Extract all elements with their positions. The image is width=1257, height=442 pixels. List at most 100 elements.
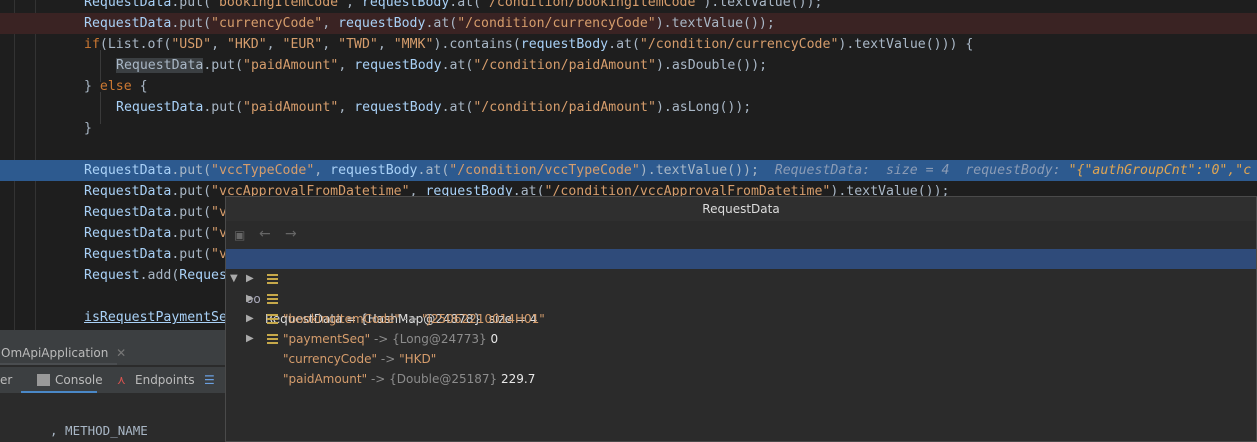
tree-root[interactable]: ▼ oo RequestData = {HashMap@24878} size … xyxy=(226,249,1256,326)
code-token: .at( xyxy=(449,0,482,10)
tree-entry[interactable]: ▶ "paidAmount" -> {Double@25187} 229.7 xyxy=(226,329,1256,386)
code-token: requestBody xyxy=(520,37,609,52)
forward-arrow-icon[interactable]: → xyxy=(285,226,297,242)
code-token: , xyxy=(377,37,394,52)
close-icon[interactable]: ✕ xyxy=(116,346,126,360)
run-tab[interactable]: OmApiApplication ✕ xyxy=(0,341,225,365)
popup-title: RequestData xyxy=(226,197,1256,221)
run-tab-label: OmApiApplication xyxy=(1,346,109,360)
code-line[interactable]: } else { xyxy=(0,76,1257,97)
code-token: requestBody xyxy=(361,0,450,10)
code-token: "currencyCode" xyxy=(211,16,323,31)
evaluate-popup: RequestData ▣ ← → ▼ oo RequestData = {Ha… xyxy=(225,196,1257,442)
run-panel: OmApiApplication ✕ er Console ⋏ Endpoint… xyxy=(0,330,225,442)
code-token: { xyxy=(131,79,148,94)
code-token: else xyxy=(99,79,132,94)
inline-debug-value: RequestData: size = 4 requestBody: xyxy=(758,163,1069,178)
code-text: RequestData.put("v xyxy=(84,202,227,223)
code-token: } xyxy=(84,121,92,136)
code-token: "USD" xyxy=(171,37,212,52)
code-token: RequestData xyxy=(116,58,204,73)
popup-toolbar: ▣ ← → xyxy=(226,221,1256,249)
code-token: , xyxy=(346,0,362,10)
field-icon xyxy=(267,294,278,304)
code-token: RequestData xyxy=(84,16,172,31)
tree-entry[interactable]: ▶ "bookingItemCode" -> "J25062210014H01" xyxy=(226,269,1256,326)
code-text: isRequestPaymentSe xyxy=(84,307,227,328)
expand-triangle-icon[interactable]: ▶ xyxy=(246,309,254,329)
panel-header xyxy=(0,330,225,341)
code-token: RequestData xyxy=(84,0,172,10)
code-token: .add( xyxy=(139,268,180,283)
code-token: RequestData xyxy=(84,226,172,241)
code-token: requestBody xyxy=(338,16,426,31)
menu-icon[interactable]: ☰ xyxy=(204,367,215,393)
code-text: RequestData.put("paidAmount", requestBod… xyxy=(116,55,767,76)
code-line[interactable]: RequestData.put("bookingItemCode", reque… xyxy=(0,0,1257,13)
code-token: .put( xyxy=(171,163,212,178)
code-token: "TWD" xyxy=(338,37,378,52)
code-token: RequestData xyxy=(84,163,172,178)
tree-entry[interactable]: ▶ "currencyCode" -> "HKD" xyxy=(226,309,1256,366)
code-line[interactable]: RequestData.put("paidAmount", requestBod… xyxy=(0,55,1257,76)
code-token: "/condition/currencyCode" xyxy=(639,37,839,52)
tab-console[interactable]: Console xyxy=(55,367,103,393)
code-token: ).contains( xyxy=(433,37,521,52)
code-token: .put( xyxy=(171,226,212,241)
code-token: , xyxy=(322,37,339,52)
entry-arrow: -> xyxy=(380,352,396,366)
code-token: .put( xyxy=(171,184,212,199)
expand-triangle-icon[interactable]: ▶ xyxy=(246,269,254,289)
code-token: RequestData xyxy=(84,247,172,262)
code-token: .at( xyxy=(417,163,450,178)
code-token: "paidAmount" xyxy=(243,100,339,115)
code-line[interactable]: } xyxy=(0,118,1257,139)
code-line[interactable] xyxy=(0,139,1257,160)
code-token: "EUR" xyxy=(282,37,323,52)
code-text: RequestData.put("currencyCode", requestB… xyxy=(84,13,775,34)
code-text: RequestData.put("vccTypeCode", requestBo… xyxy=(84,160,1251,181)
back-arrow-icon[interactable]: ← xyxy=(259,226,271,242)
code-token: ).textValue()); xyxy=(655,16,775,31)
endpoints-icon: ⋏ xyxy=(117,373,126,387)
code-line[interactable]: RequestData.put("paidAmount", requestBod… xyxy=(0,97,1257,118)
code-token: "/condition/vccTypeCode" xyxy=(449,163,640,178)
entry-value: "HKD" xyxy=(399,352,437,366)
code-token: .at( xyxy=(608,37,640,52)
code-token: Request xyxy=(84,268,140,283)
code-token: requestBody xyxy=(354,58,442,73)
tab-endpoints[interactable]: Endpoints xyxy=(135,367,195,393)
code-token: .put( xyxy=(203,100,244,115)
code-token: "/condition/paidAmount" xyxy=(473,58,656,73)
code-token: requestBody xyxy=(330,163,418,178)
hierarchy-icon[interactable]: ▣ xyxy=(234,228,245,242)
code-token: ).textValue()); xyxy=(703,0,823,10)
tree-entry[interactable]: ▶ "paymentSeq" -> {Long@24773} 0 xyxy=(226,289,1256,346)
code-token: .put( xyxy=(203,58,244,73)
console-icon xyxy=(37,374,50,386)
code-token: "HKD" xyxy=(226,37,267,52)
code-line[interactable]: if(List.of("USD", "HKD", "EUR", "TWD", "… xyxy=(0,34,1257,55)
code-token: "vccTypeCode" xyxy=(211,163,315,178)
code-token: .at( xyxy=(441,58,474,73)
code-text: } xyxy=(84,118,92,139)
field-icon xyxy=(267,334,278,344)
code-text: RequestData.put("v xyxy=(84,223,227,244)
code-text: if(List.of("USD", "HKD", "EUR", "TWD", "… xyxy=(84,34,973,55)
code-token: RequestData xyxy=(84,205,172,220)
code-text: Request.add(Reques xyxy=(84,265,227,286)
code-token: "MMK" xyxy=(393,37,434,52)
code-token: "bookingItemCode" xyxy=(211,0,347,10)
expand-triangle-icon[interactable]: ▶ xyxy=(246,329,254,349)
code-line-current[interactable]: RequestData.put("vccTypeCode", requestBo… xyxy=(0,160,1257,181)
tab-debugger[interactable]: er xyxy=(0,367,12,393)
code-text: } else { xyxy=(84,76,148,97)
entry-value: 229.7 xyxy=(500,372,536,386)
code-token: , xyxy=(211,37,227,52)
code-token: .put( xyxy=(171,247,212,262)
code-line-breakpoint[interactable]: RequestData.put("currencyCode", requestB… xyxy=(0,13,1257,34)
code-token: "/condition/currencyCode" xyxy=(457,16,656,31)
expand-triangle-icon[interactable]: ▶ xyxy=(246,289,254,309)
console-output[interactable]: , METHOD_NAME xyxy=(0,393,225,442)
code-token: RequestData xyxy=(116,100,204,115)
